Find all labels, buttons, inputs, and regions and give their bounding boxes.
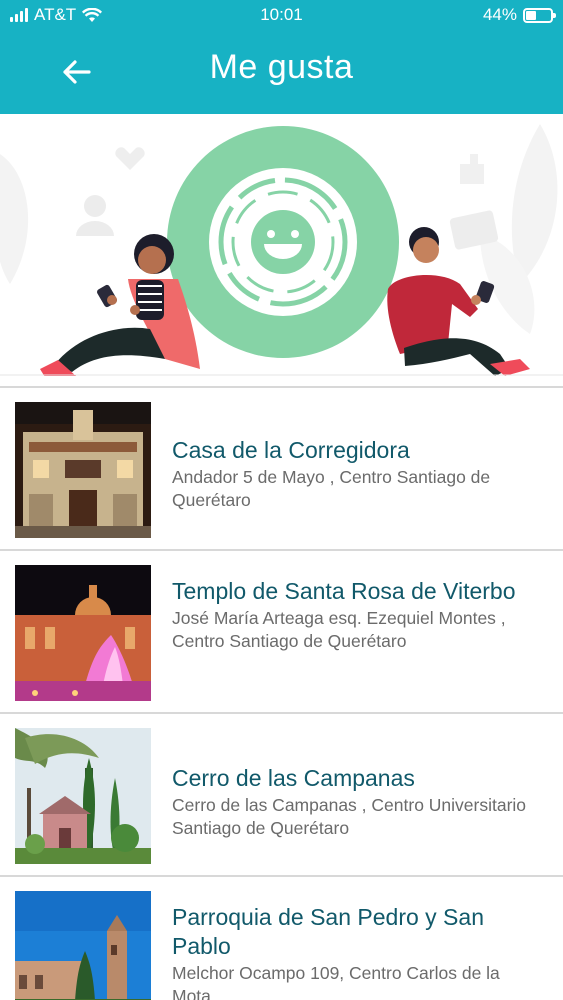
place-name: Cerro de las Campanas — [172, 765, 415, 791]
place-info: Casa de la Corregidora Andador 5 de Mayo… — [172, 436, 535, 512]
place-name: Parroquia de San Pedro y San Pablo — [172, 904, 484, 959]
place-info: Cerro de las Campanas Cerro de las Campa… — [172, 764, 535, 840]
place-address: Andador 5 de Mayo , Centro Santiago de Q… — [172, 467, 491, 510]
place-name: Templo de Santa Rosa de Viterbo — [172, 578, 516, 604]
place-info: Parroquia de San Pedro y San Pablo Melch… — [172, 903, 535, 1000]
status-time: 10:01 — [260, 5, 303, 24]
app-header: AT&T 10:01 44% Me gusta — [0, 0, 563, 114]
battery-icon — [523, 7, 556, 23]
page-title: Me gusta — [209, 48, 354, 86]
list-item[interactable]: Cerro de las Campanas Cerro de las Campa… — [0, 712, 563, 876]
place-address: Cerro de las Campanas , Centro Universit… — [172, 795, 527, 838]
list-item[interactable]: Templo de Santa Rosa de Viterbo José Mar… — [0, 549, 563, 713]
place-info: Templo de Santa Rosa de Viterbo José Mar… — [172, 577, 535, 653]
place-thumbnail — [15, 565, 151, 701]
place-address: Melchor Ocampo 109, Centro Carlos de la … — [172, 963, 500, 1000]
place-thumbnail — [15, 402, 151, 538]
battery-percent: 44% — [482, 5, 517, 24]
list-item[interactable]: Parroquia de San Pedro y San Pablo Melch… — [0, 875, 563, 1000]
status-right: 44% — [482, 5, 556, 25]
place-thumbnail — [15, 728, 151, 864]
hero-illustration — [0, 114, 563, 376]
place-name: Casa de la Corregidora — [172, 437, 410, 463]
status-bar: AT&T 10:01 44% — [0, 0, 563, 30]
place-thumbnail — [15, 891, 151, 1000]
likes-illustration — [0, 124, 563, 376]
list-item[interactable]: Casa de la Corregidora Andador 5 de Mayo… — [0, 386, 563, 550]
place-address: José María Arteaga esq. Ezequiel Montes … — [172, 608, 506, 651]
